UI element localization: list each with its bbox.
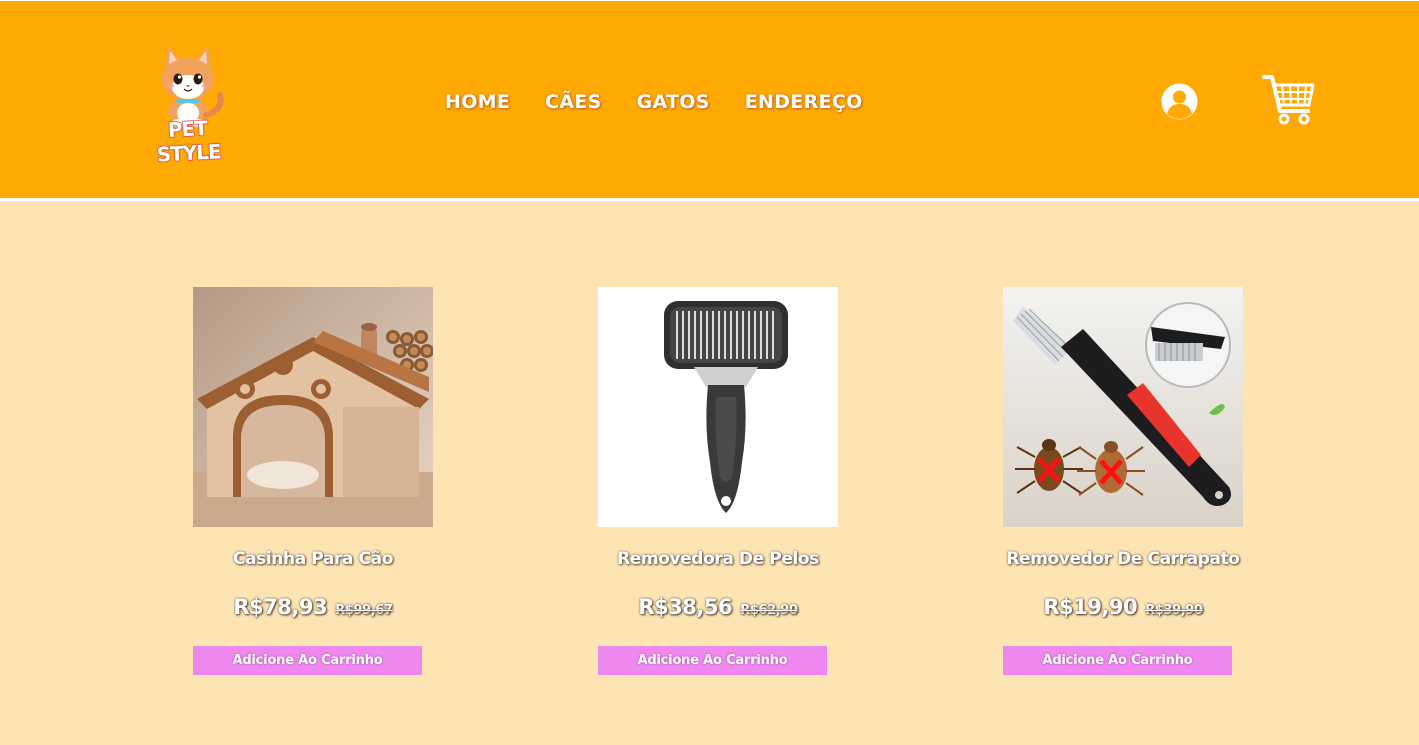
- tick-remover-comb-image[interactable]: [1003, 287, 1243, 527]
- add-to-cart-button[interactable]: Adicione Ao Carrinho: [1003, 646, 1232, 675]
- price-row: R$38,56 R$62,90: [598, 595, 838, 619]
- product-card-tick-remover: Removedor De Carrapato R$19,90 R$39,90 A…: [1003, 287, 1243, 675]
- logo-text: PET STYLE: [155, 115, 222, 167]
- product-old-price: R$99,67: [335, 603, 393, 618]
- nav-home[interactable]: HOME: [445, 91, 510, 113]
- pet-style-logo[interactable]: PET STYLE: [138, 37, 238, 167]
- nav-cats[interactable]: GATOS: [637, 91, 710, 113]
- price-row: R$78,93 R$99,67: [193, 595, 433, 619]
- main-nav: HOME CÃES GATOS ENDEREÇO: [445, 91, 863, 113]
- shopping-cart-icon[interactable]: [1262, 73, 1316, 127]
- product-card-hair-remover: Removedora De Pelos R$38,56 R$62,90 Adic…: [598, 287, 838, 675]
- product-name: Removedora De Pelos: [617, 549, 819, 569]
- product-name: Removedor De Carrapato: [1006, 549, 1240, 569]
- add-to-cart-button[interactable]: Adicione Ao Carrinho: [193, 646, 422, 675]
- user-account-icon[interactable]: [1161, 83, 1198, 120]
- nav-dogs[interactable]: CÃES: [545, 91, 602, 113]
- dog-house-image[interactable]: [193, 287, 433, 527]
- product-old-price: R$39,90: [1145, 603, 1203, 618]
- nav-address[interactable]: ENDEREÇO: [745, 91, 863, 113]
- product-old-price: R$62,90: [740, 603, 798, 618]
- add-to-cart-button[interactable]: Adicione Ao Carrinho: [598, 646, 827, 675]
- product-name: Casinha Para Cão: [233, 549, 393, 569]
- product-price: R$78,93: [233, 595, 328, 619]
- product-price: R$38,56: [638, 595, 733, 619]
- product-card-dog-house: Casinha Para Cão R$78,93 R$99,67 Adicion…: [193, 287, 433, 675]
- product-price: R$19,90: [1043, 595, 1138, 619]
- pet-hair-brush-image[interactable]: [598, 287, 838, 527]
- price-row: R$19,90 R$39,90: [1003, 595, 1243, 619]
- site-header: PET STYLE HOME CÃES GATOS ENDEREÇO: [0, 0, 1419, 201]
